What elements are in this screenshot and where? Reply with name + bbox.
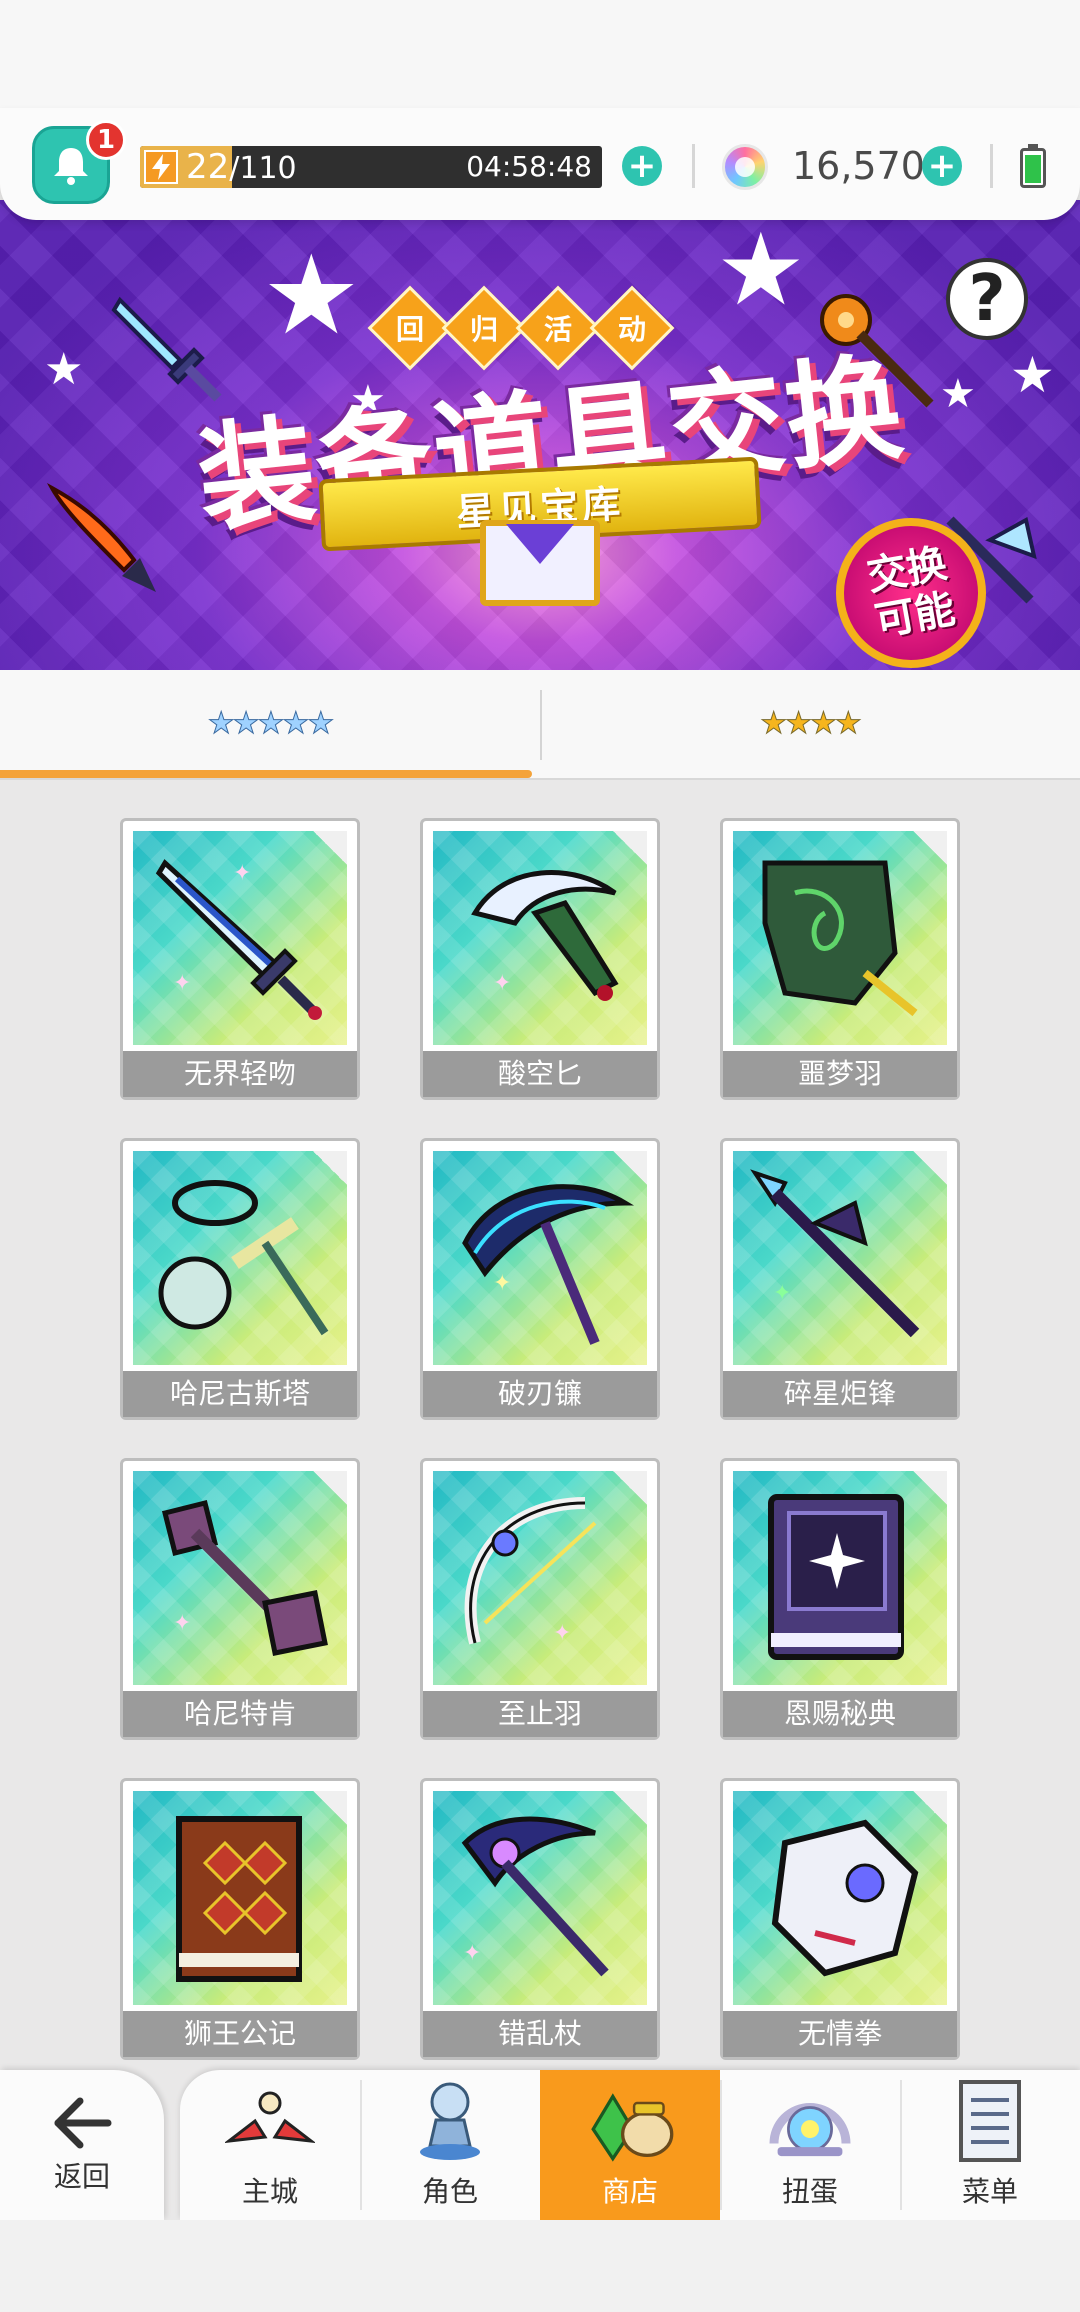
item-name: 恩赐秘典 bbox=[723, 1691, 957, 1737]
back-label: 返回 bbox=[53, 2160, 110, 2193]
add-energy-button[interactable]: + bbox=[622, 146, 662, 186]
shop-icon bbox=[585, 2076, 675, 2166]
item-grid: ✦ ✦ 无界轻吻 ✦ 酸空匕 噩梦羽 哈尼古斯塔 ✦ 破刃镰 ✦ 碎星炬锋 ✦ … bbox=[0, 818, 1080, 2060]
nav-item-gacha[interactable]: 扭蛋 bbox=[720, 2070, 900, 2220]
star-rating-icon: ★★★★ bbox=[760, 705, 863, 741]
nav-item-castle[interactable]: 主城 bbox=[180, 2070, 360, 2220]
castle-icon bbox=[225, 2076, 315, 2166]
system-nav-area bbox=[0, 2220, 1080, 2312]
gem-icon bbox=[722, 144, 768, 190]
lightning-icon bbox=[144, 150, 178, 184]
menu-icon bbox=[945, 2076, 1035, 2166]
energy-max: /110 bbox=[229, 151, 297, 186]
event-banner: ★ ★ ★ ★ ★ ★ 回 归 活 动 装备道具交换 星见宝库 ? 交换 可能 bbox=[0, 200, 1080, 670]
rarity-tabs: ★★★★★ ★★★★ bbox=[0, 670, 1080, 780]
mace-icon bbox=[161, 1499, 328, 1656]
nav-item-shop[interactable]: 商店 bbox=[540, 2070, 720, 2220]
tab-four-star[interactable]: ★★★★ bbox=[540, 670, 1080, 776]
back-button[interactable]: 返回 bbox=[0, 2070, 164, 2220]
item-name: 至止羽 bbox=[423, 1691, 657, 1737]
item-name: 哈尼古斯塔 bbox=[123, 1371, 357, 1417]
tab-five-star[interactable]: ★★★★★ bbox=[0, 670, 540, 776]
item-name: 无情拳 bbox=[723, 2011, 957, 2057]
item-name: 噩梦羽 bbox=[723, 1051, 957, 1097]
bow-icon bbox=[464, 1497, 597, 1645]
item-card[interactable]: 狮王公记 bbox=[120, 1778, 360, 2060]
item-name: 哈尼特肯 bbox=[123, 1691, 357, 1737]
nav-item-menu[interactable]: 菜单 bbox=[900, 2070, 1080, 2220]
item-card[interactable]: ✦ ✦ 无界轻吻 bbox=[120, 818, 360, 1100]
energy-timer: 04:58:48 bbox=[466, 150, 592, 183]
item-card[interactable]: 无情拳 bbox=[720, 1778, 960, 2060]
scythe-icon bbox=[462, 1184, 635, 1345]
book-icon bbox=[176, 1816, 302, 1982]
battery-icon bbox=[1020, 144, 1046, 188]
resource-bar: 1 22/110 04:58:48 + 16,570 + bbox=[0, 108, 1080, 220]
item-card[interactable]: ✦ 至止羽 bbox=[420, 1458, 660, 1740]
item-name: 无界轻吻 bbox=[123, 1051, 357, 1097]
notification-badge: 1 bbox=[86, 120, 126, 160]
tab-active-indicator bbox=[0, 770, 532, 778]
star-rating-icon: ★★★★★ bbox=[207, 705, 334, 741]
feather-icon bbox=[762, 860, 918, 1017]
star-icon: ★ bbox=[716, 211, 806, 328]
item-name: 狮王公记 bbox=[123, 2011, 357, 2057]
nav-item-character[interactable]: 角色 bbox=[360, 2070, 540, 2220]
add-gems-button[interactable]: + bbox=[922, 146, 962, 186]
gems-count: 16,570 bbox=[792, 144, 925, 188]
item-name: 碎星炬锋 bbox=[723, 1371, 957, 1417]
tome-icon bbox=[768, 1494, 904, 1660]
gacha-icon bbox=[765, 2076, 855, 2166]
spear-icon bbox=[750, 1169, 920, 1338]
item-card[interactable]: ✦ 哈尼特肯 bbox=[120, 1458, 360, 1740]
star-icon: ★ bbox=[1010, 346, 1055, 404]
status-bar-area bbox=[0, 0, 1080, 118]
item-card[interactable]: ✦ 破刃镰 bbox=[420, 1138, 660, 1420]
treasure-chest-icon bbox=[480, 520, 600, 606]
item-card[interactable]: 恩赐秘典 bbox=[720, 1458, 960, 1740]
star-icon: ★ bbox=[262, 231, 361, 359]
item-card[interactable]: 哈尼古斯塔 bbox=[120, 1138, 360, 1420]
help-button[interactable]: ? bbox=[946, 258, 1028, 340]
character-icon bbox=[405, 2076, 495, 2166]
flail-icon bbox=[158, 1180, 329, 1336]
energy-bar: 22/110 04:58:48 bbox=[140, 146, 602, 188]
item-name: 酸空匕 bbox=[423, 1051, 657, 1097]
energy-current: 22 bbox=[186, 147, 230, 187]
divider bbox=[990, 144, 993, 188]
dagger-icon bbox=[471, 870, 619, 1001]
item-name: 破刃镰 bbox=[423, 1371, 657, 1417]
item-card[interactable]: ✦ 碎星炬锋 bbox=[720, 1138, 960, 1420]
item-card[interactable]: ✦ 酸空匕 bbox=[420, 818, 660, 1100]
arrow-left-icon bbox=[54, 2097, 112, 2149]
main-nav-bar: 主城 角色 商店 扭蛋 菜单 bbox=[180, 2070, 1080, 2220]
item-card[interactable]: 噩梦羽 bbox=[720, 818, 960, 1100]
gauntlet-icon bbox=[771, 1819, 919, 1977]
bottom-navigation: 返回 主城 角色 商店 扭蛋 菜单 bbox=[0, 2070, 1080, 2220]
item-name: 错乱杖 bbox=[423, 2011, 657, 2057]
star-icon: ★ bbox=[44, 344, 84, 395]
item-card[interactable]: ✦ 错乱杖 bbox=[420, 1778, 660, 2060]
divider bbox=[692, 144, 695, 188]
